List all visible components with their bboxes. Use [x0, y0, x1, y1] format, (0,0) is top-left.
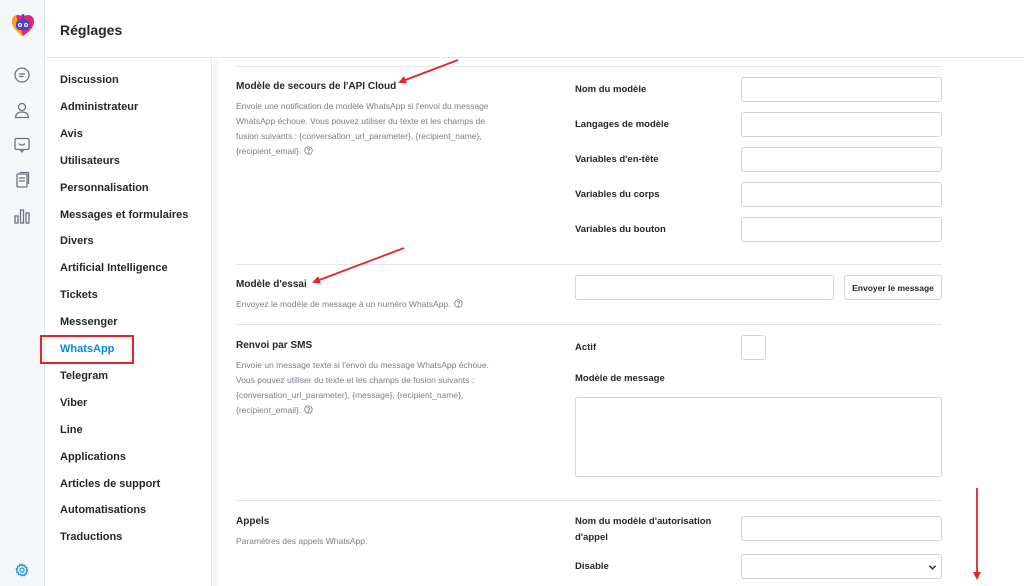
annotation-arrow [312, 247, 405, 284]
annotation-arrow [398, 59, 459, 84]
annotation-arrows [312, 59, 981, 580]
